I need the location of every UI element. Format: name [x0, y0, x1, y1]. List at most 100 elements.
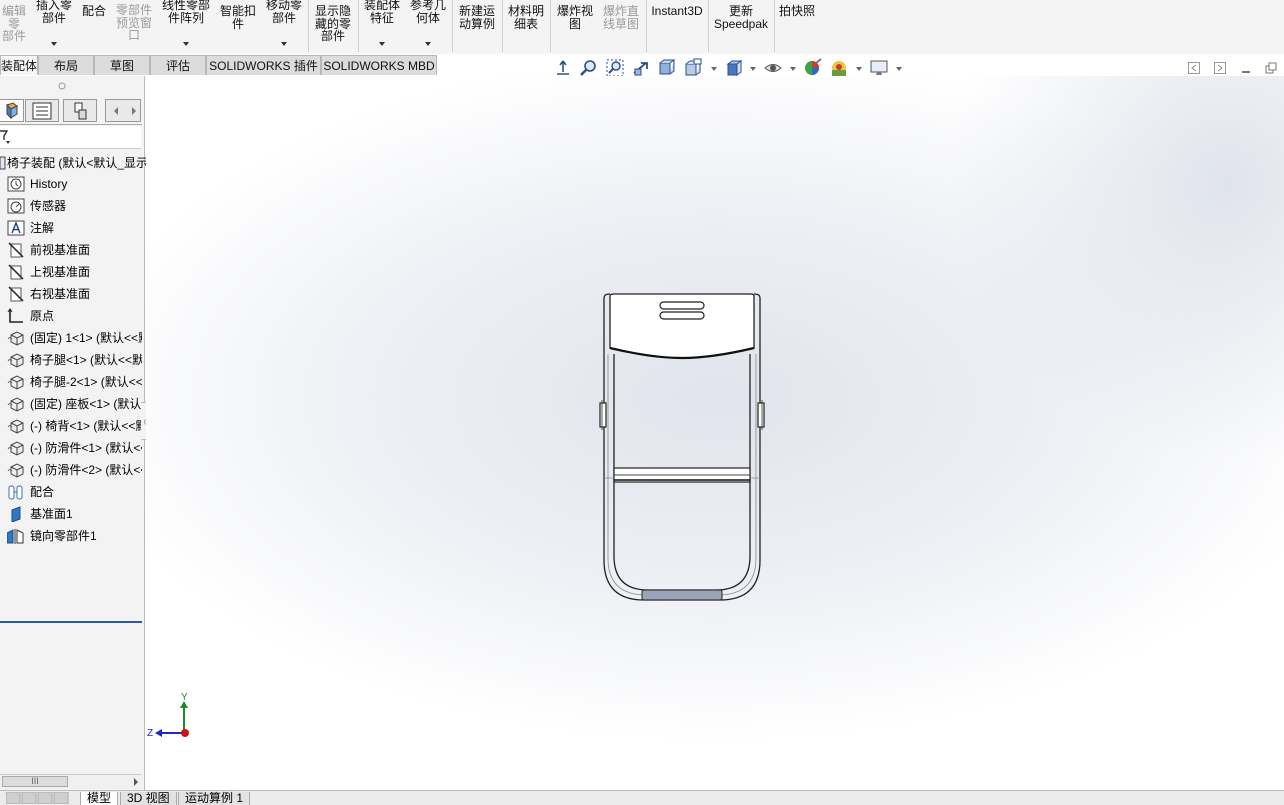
tree-item-history[interactable]: History	[0, 173, 142, 195]
instant3d-button[interactable]: Instant3D	[648, 0, 706, 52]
tab-configuration-manager[interactable]	[63, 99, 97, 122]
tree-item-label: 注解	[30, 221, 55, 235]
hide-show-items-icon[interactable]	[763, 58, 783, 78]
previous-view-icon[interactable]	[631, 58, 651, 78]
chevron-down-icon[interactable]	[856, 67, 862, 71]
tab-solidworks-mbd[interactable]: SOLIDWORKS MBD	[321, 55, 437, 75]
dynamic-annotation-view-icon[interactable]	[683, 58, 703, 78]
reference-geometry-label: 参考几 何体	[409, 0, 446, 25]
tab-solidworks-addins[interactable]: SOLIDWORKS 插件	[206, 55, 321, 75]
new-motion-study-button[interactable]: 新建运 动算例	[454, 0, 500, 52]
edit-component-button[interactable]: 编辑零 部件	[0, 0, 28, 52]
apply-scene-icon[interactable]	[829, 58, 849, 78]
chevron-down-icon[interactable]	[896, 67, 902, 71]
tree-item-component[interactable]: (-) 防滑件<2> (默认<<默认>_显示状态 1>)	[0, 459, 142, 481]
chevron-down-icon[interactable]	[281, 42, 287, 46]
assembly-features-button[interactable]: 装配体 特征	[360, 0, 404, 52]
graphics-viewport[interactable]: Y Z	[146, 76, 1284, 792]
section-view-icon[interactable]	[657, 58, 677, 78]
instant3d-label: Instant3D	[651, 4, 703, 18]
configuration-manager-icon	[74, 102, 87, 120]
tab-assembly[interactable]: 装配体	[0, 55, 38, 75]
tree-item-annotations[interactable]: 注解	[0, 217, 142, 239]
smart-fasteners-label: 智能扣 件	[219, 4, 256, 31]
panel-splitter-handle-icon[interactable]	[58, 82, 66, 90]
move-component-label: 移动零 部件	[265, 0, 302, 25]
ribbon-separator	[646, 0, 647, 52]
plane-icon	[8, 242, 24, 258]
tree-item-plane1[interactable]: 基准面1	[0, 503, 142, 525]
reference-geometry-button[interactable]: 参考几 何体	[406, 0, 450, 52]
chevron-down-icon[interactable]	[51, 42, 57, 46]
move-component-button[interactable]: 移动零 部件	[262, 0, 306, 52]
mate-button[interactable]: 配合	[78, 0, 110, 52]
tab-feature-manager[interactable]	[0, 99, 24, 122]
chair-model[interactable]	[592, 288, 772, 608]
tab-sketch[interactable]: 草图	[94, 55, 150, 75]
linear-pattern-button[interactable]: 线性零部 件阵列	[158, 0, 214, 52]
property-manager-icon	[32, 102, 52, 120]
component-preview-button[interactable]: 零部件 预览窗 口	[112, 0, 156, 52]
command-manager-ribbon: 编辑零 部件 插入零 部件 配合 零部件 预览窗 口 线性零部 件阵列 智能扣 …	[0, 0, 1284, 55]
filter-icon[interactable]	[0, 128, 14, 146]
tab-property-manager[interactable]	[25, 99, 59, 122]
show-hidden-components-button[interactable]: 显示隐 藏的零 部件	[310, 0, 356, 52]
tree-item-front-plane[interactable]: 前视基准面	[0, 239, 142, 261]
tree-item-component[interactable]: (固定) 座板<1> (默认<<默认>_显示状态 1>)	[0, 393, 142, 415]
tree-item-mates[interactable]: 配合	[0, 481, 142, 503]
zoom-to-fit-icon[interactable]	[579, 58, 599, 78]
scroll-right-icon[interactable]	[132, 777, 140, 787]
tree-horizontal-scrollbar[interactable]: III	[0, 774, 142, 789]
take-snapshot-button[interactable]: 拍快照	[776, 0, 818, 52]
view-orientation-cube-icon[interactable]	[724, 58, 744, 78]
assembly-features-label: 装配体 特征	[363, 0, 400, 25]
tree-item-component[interactable]: (-) 防滑件<1> (默认<<默认>_显示状态 1>)	[0, 437, 142, 459]
tree-item-origin[interactable]: 原点	[0, 305, 142, 327]
smart-fasteners-button[interactable]: 智能扣 件	[216, 0, 260, 52]
tab-evaluate[interactable]: 评估	[150, 55, 206, 75]
chevron-down-icon[interactable]	[711, 67, 717, 71]
explode-line-sketch-label: 爆炸直 线草图	[602, 4, 639, 31]
tree-item-component[interactable]: (-) 椅背<1> (默认<<默认>_显示状态 1>)	[0, 415, 142, 437]
mirror-icon	[7, 529, 24, 544]
chevron-down-icon[interactable]	[425, 42, 431, 46]
chevron-down-icon[interactable]	[790, 67, 796, 71]
explode-line-sketch-button[interactable]: 爆炸直 线草图	[598, 0, 644, 52]
tab-3d-view[interactable]: 3D 视图	[120, 792, 177, 805]
exploded-view-button[interactable]: 爆炸视 图	[552, 0, 598, 52]
tree-item-component[interactable]: 椅子腿<1> (默认<<默认>_显示状态 1>)	[0, 349, 142, 371]
tree-filter-row[interactable]	[0, 126, 141, 149]
edit-appearance-icon[interactable]	[803, 58, 823, 78]
insert-components-button[interactable]: 插入零 部件	[32, 0, 76, 52]
tree-rollback-bar[interactable]	[0, 621, 142, 623]
tree-item-top-plane[interactable]: 上视基准面	[0, 261, 142, 283]
restore-icon[interactable]	[1265, 62, 1277, 74]
chevron-down-icon[interactable]	[750, 67, 756, 71]
new-motion-study-label: 新建运 动算例	[458, 4, 495, 31]
tree-item-sensors[interactable]: 传感器	[0, 195, 142, 217]
view-settings-icon[interactable]	[869, 58, 889, 78]
tree-item-component[interactable]: 椅子腿-2<1> (默认<<默认>_显示状态 1>)	[0, 371, 142, 393]
tree-item-label: 右视基准面	[30, 287, 91, 301]
tree-item-right-plane[interactable]: 右视基准面	[0, 283, 142, 305]
bill-of-materials-button[interactable]: 材料明 细表	[504, 0, 548, 52]
chevron-down-icon[interactable]	[379, 42, 385, 46]
tree-item-mirror-component[interactable]: 镜向零部件1	[0, 525, 142, 547]
tile-left-icon[interactable]	[1188, 62, 1200, 74]
update-speedpak-button[interactable]: 更新 Speedpak	[710, 0, 772, 52]
component-preview-label: 零部件 预览窗 口	[115, 3, 152, 42]
panel-tab-scroller[interactable]	[105, 99, 141, 122]
tile-right-icon[interactable]	[1214, 62, 1226, 74]
zoom-to-area-icon[interactable]	[605, 58, 625, 78]
tree-item-component[interactable]: (固定) 1<1> (默认<<默认>_显示状态 1>)	[0, 327, 142, 349]
tab-model[interactable]: 模型	[80, 792, 119, 805]
tab-layout[interactable]: 布局	[38, 55, 94, 75]
chevron-down-icon[interactable]	[183, 42, 189, 46]
view-orientation-icon[interactable]	[553, 58, 573, 78]
minimize-icon[interactable]	[1240, 62, 1252, 74]
tab-scroll-buttons-icon[interactable]	[6, 792, 80, 804]
scrollbar-thumb[interactable]: III	[2, 776, 68, 787]
mates-icon	[8, 485, 23, 500]
bottom-tab-bar: 模型 3D 视图 运动算例 1	[0, 790, 1284, 805]
tab-motion-study-1[interactable]: 运动算例 1	[178, 792, 251, 805]
